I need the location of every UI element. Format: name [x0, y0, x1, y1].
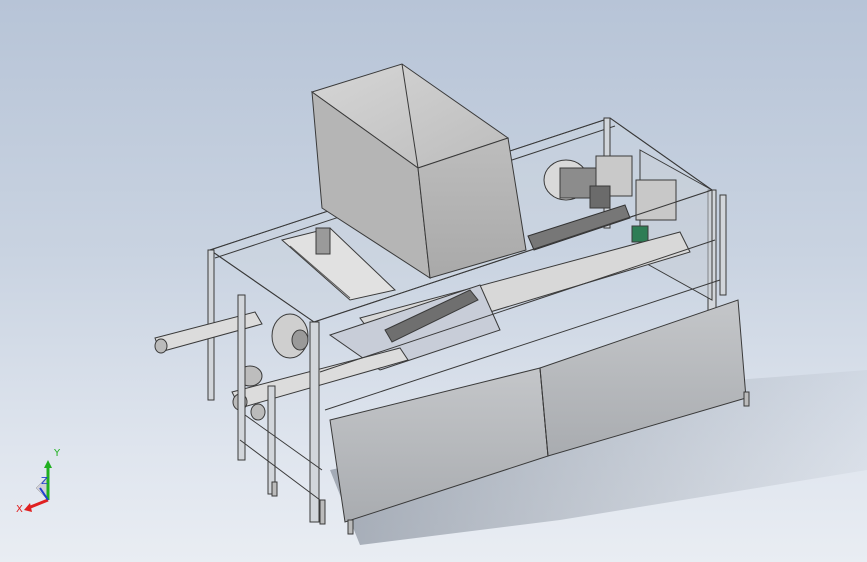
foot [347, 519, 354, 535]
cad-viewport[interactable] [0, 0, 867, 562]
frame-post [237, 294, 246, 461]
triad-z-label: Z [41, 476, 48, 487]
frame-rail [239, 439, 321, 501]
frame-post [719, 194, 727, 296]
foot [271, 481, 278, 497]
triad-y-arrow [44, 460, 52, 468]
reference-triad-icon: Y Z X [14, 442, 74, 515]
green-bearing [631, 225, 649, 243]
frame-post [267, 385, 276, 495]
mount-plate [635, 179, 677, 221]
triad-x-axis [27, 498, 49, 510]
gearbox [589, 185, 611, 209]
frame-post [309, 321, 320, 523]
triad-x-arrow [24, 503, 32, 512]
foot [319, 499, 326, 525]
frame-side-right [639, 149, 713, 301]
triad-x-label: X [16, 504, 23, 514]
triad-y-label: Y [53, 448, 61, 459]
foot [743, 391, 750, 407]
